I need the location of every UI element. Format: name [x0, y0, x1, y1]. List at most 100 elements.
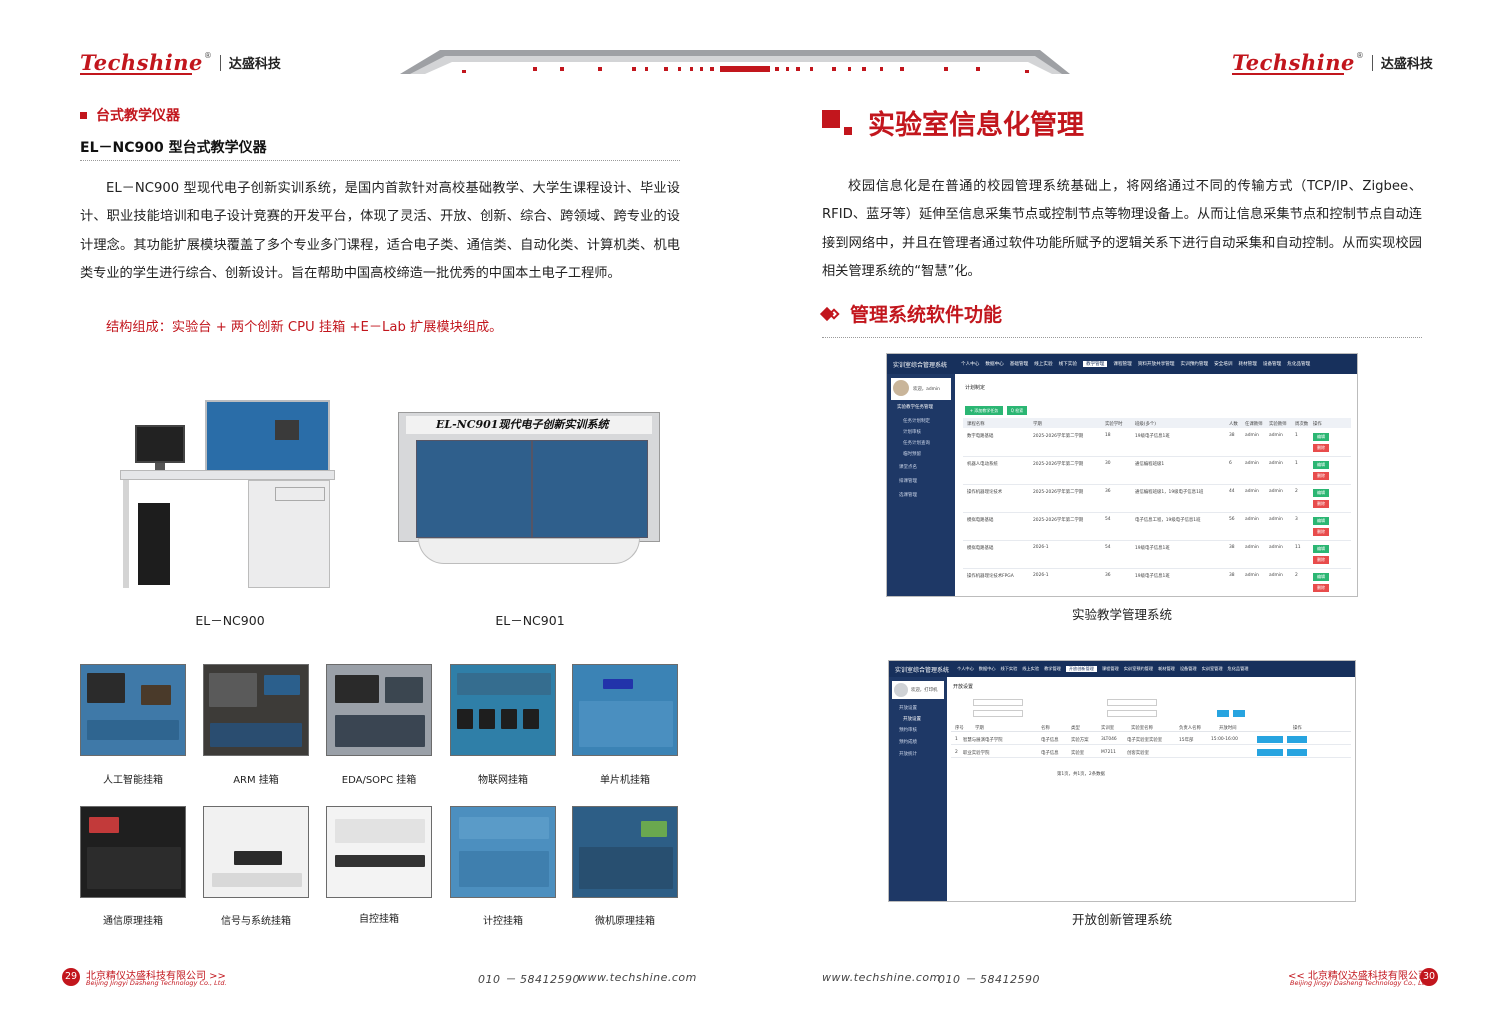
action-button[interactable]	[1287, 749, 1307, 756]
table-row: 数字电路基础 2025-2026学年第二学期 18 19级电子信息1班 38 a…	[963, 429, 1351, 457]
delete-button[interactable]: 删除	[1313, 528, 1329, 536]
nav-item[interactable]: 基础管理	[1010, 361, 1028, 367]
nav-item[interactable]: 实训室预约管理	[1124, 666, 1153, 672]
pc-tower-icon	[138, 503, 170, 585]
module-image-arm	[203, 664, 309, 756]
sidebar-item[interactable]: 任务计划制定	[903, 418, 930, 424]
action-button[interactable]	[1257, 749, 1283, 756]
caption-module: 人工智能挂箱	[103, 775, 163, 786]
nav-item[interactable]: 教学管理	[1044, 666, 1061, 672]
product-title: EL－NC900 型台式教学仪器	[80, 140, 267, 156]
nav-item[interactable]: 安全培训	[1214, 361, 1232, 367]
edit-button[interactable]: 编辑	[1313, 461, 1329, 469]
nav-item[interactable]: 数据中心	[979, 666, 996, 672]
module-image-microcomputer	[572, 806, 678, 898]
sidebar-item[interactable]: 计划审核	[903, 429, 921, 435]
nav-item-active[interactable]: 开放创新管理	[1065, 666, 1097, 672]
table-header: 序号 学期 名称 类型 实训室 实验室名称 负责人名称 开放时间 操作	[951, 723, 1351, 732]
nav-item[interactable]: 课程管理	[1102, 666, 1119, 672]
app-title: 实训室综合管理系统	[893, 362, 948, 369]
nav-item[interactable]: 个人中心	[961, 361, 979, 367]
sidebar-item[interactable]: 排课管理	[899, 478, 917, 484]
delete-button[interactable]: 删除	[1313, 584, 1329, 592]
nav-item[interactable]: 耗材管理	[1158, 666, 1175, 672]
edit-button[interactable]: 编辑	[1313, 545, 1329, 553]
edit-button[interactable]: 编辑	[1313, 517, 1329, 525]
page-number-right: 30	[1420, 968, 1438, 986]
sidebar-item[interactable]: 选课管理	[899, 492, 917, 498]
nav-item[interactable]: 危化品管理	[1287, 361, 1310, 367]
phone-number: 010 － 58412590	[478, 973, 580, 986]
delete-button[interactable]: 删除	[1313, 444, 1329, 452]
delete-button[interactable]: 删除	[1313, 472, 1329, 480]
logo-divider	[1371, 54, 1373, 71]
nav-item-active[interactable]: 教学管理	[1082, 361, 1108, 367]
sidebar-item[interactable]: 开放统计	[899, 751, 917, 757]
edit-button[interactable]: 编辑	[1313, 433, 1329, 441]
table-row: 操作机器理论技术FPGA 2026-1 36 19级电子信息1班 38 admi…	[963, 569, 1351, 596]
module-image-iot	[450, 664, 556, 756]
sidebar-item[interactable]: 课堂点名	[899, 464, 917, 470]
logo-wordmark: Techshine	[80, 50, 203, 75]
nav-item[interactable]: 课程管理	[1113, 361, 1131, 367]
company-name-en: Beijing Jingyi Dasheng Technology Co., L…	[1290, 979, 1431, 987]
nav-item[interactable]: 资料开放共享管理	[1138, 361, 1175, 367]
caption-module: 单片机挂箱	[600, 775, 650, 786]
logo-left: Techshine ® 达盛科技	[80, 50, 281, 75]
add-task-button[interactable]: + 添加教学任务	[965, 406, 1003, 415]
edit-button[interactable]: 编辑	[1313, 573, 1329, 581]
square-bullet-icon	[822, 109, 840, 128]
sidebar-item[interactable]: 开放设置	[899, 705, 917, 711]
search-button[interactable]: Q 检索	[1007, 406, 1027, 415]
filter-field[interactable]	[1107, 699, 1157, 706]
nav-item[interactable]: 实训室管理	[1202, 666, 1223, 672]
module-image-computer-control	[450, 806, 556, 898]
nav-item[interactable]: 线上实验	[1022, 666, 1039, 672]
filter-field[interactable]	[973, 710, 1023, 717]
action-button[interactable]	[1257, 736, 1283, 743]
user-greeting: 欢迎，打印机	[911, 688, 938, 693]
sidebar-item[interactable]: 临时预留	[903, 451, 921, 457]
structure-note: 结构组成：实验台 + 两个创新 CPU 挂箱 +E－Lab 扩展模块组成。	[106, 320, 503, 335]
nav-item[interactable]: 数据中心	[985, 361, 1003, 367]
filter-field[interactable]	[973, 699, 1023, 706]
search-button[interactable]	[1217, 710, 1229, 717]
logo-underline	[80, 73, 192, 75]
section-tag-label: 台式教学仪器	[96, 108, 180, 124]
nav-item[interactable]: 个人中心	[957, 666, 974, 672]
nav-item[interactable]: 线下实验	[1001, 666, 1018, 672]
logo-wordmark: Techshine	[1232, 50, 1355, 75]
nav-item[interactable]: 危化品管理	[1228, 666, 1249, 672]
website-link[interactable]: www.techshine.com	[578, 971, 697, 984]
action-button[interactable]	[1287, 736, 1307, 743]
nav-item[interactable]: 耗材管理	[1238, 361, 1256, 367]
reset-button[interactable]	[1233, 710, 1245, 717]
website-link[interactable]: www.techshine.com	[822, 971, 941, 984]
sidebar-item[interactable]: 开放设置	[903, 716, 921, 722]
subsection-title-text: 管理系统软件功能	[850, 304, 1003, 326]
sidebar-item[interactable]: 任务计划查询	[903, 440, 930, 446]
sidebar-item[interactable]: 实验教学任务管理	[897, 404, 933, 410]
sidebar-item[interactable]: 预约审核	[899, 727, 917, 733]
table-header: 课程名称 学期 实验学时 班级(多个) 人数 任课教师 实验教师 周次数 操作	[963, 418, 1351, 428]
caption-module: 计控挂箱	[483, 916, 523, 927]
product-description: EL－NC900 型现代电子创新实训系统，是国内首款针对高校基础教学、大学生课程…	[80, 181, 680, 281]
intro-paragraph: 校园信息化是在普通的校园管理系统基础上，将网络通过不同的传输方式（TCP/IP、…	[822, 179, 1422, 279]
filter-field[interactable]	[1107, 710, 1157, 717]
nav-item[interactable]: 设备管理	[1263, 361, 1281, 367]
nav-item[interactable]: 线上实验	[1034, 361, 1052, 367]
logo-chinese-name: 达盛科技	[1380, 57, 1433, 72]
page-number-left: 29	[62, 968, 80, 986]
nav-item[interactable]: 线下实验	[1059, 361, 1077, 367]
caption-module: 自控挂箱	[359, 914, 399, 925]
square-bullet-icon	[80, 111, 87, 119]
table-row: 2 职业实验学院 电子信息 实验室 M7211 创客实验室	[951, 746, 1351, 758]
edit-button[interactable]: 编辑	[1313, 489, 1329, 497]
table-row: 机器人电动系统 2025-2026学年第二学期 30 通信编程班级1 6 adm…	[963, 457, 1351, 485]
nav-item[interactable]: 实训预约管理	[1181, 361, 1209, 367]
delete-button[interactable]: 删除	[1313, 500, 1329, 508]
delete-button[interactable]: 删除	[1313, 556, 1329, 564]
nav-item[interactable]: 设备管理	[1180, 666, 1197, 672]
sidebar-item[interactable]: 预约成绩	[899, 739, 917, 745]
module-image-eda-sopc	[326, 664, 432, 756]
